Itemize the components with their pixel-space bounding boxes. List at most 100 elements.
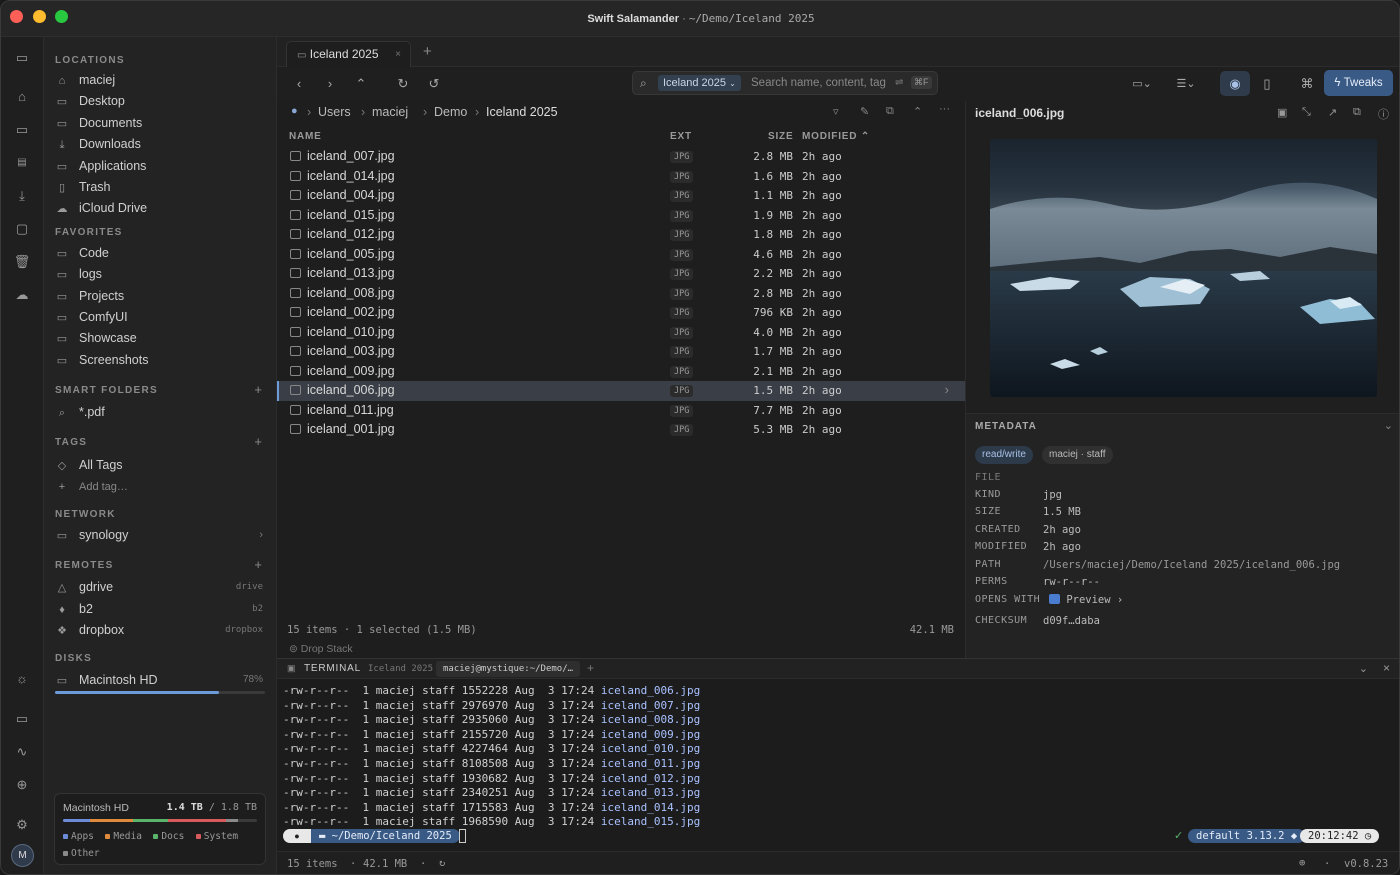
new-tab-icon[interactable]: + — [423, 43, 432, 60]
filter-funnel-icon[interactable]: ▿ — [833, 105, 839, 118]
sidebar-item-pdf[interactable]: ⌕ *.pdf — [55, 402, 267, 422]
forward-icon[interactable]: › — [321, 75, 339, 93]
sidebar-item-projects[interactable]: ▭ Projects — [55, 286, 267, 306]
trash-icon[interactable]: 🗑 — [13, 253, 31, 271]
sidebar-item-logs[interactable]: ▭ logs — [55, 264, 267, 284]
command-icon[interactable]: ⌘ — [1298, 75, 1316, 93]
refresh-icon[interactable]: ↻ — [394, 75, 412, 93]
settings-icon[interactable]: ⚙ — [13, 816, 31, 834]
info-panel-icon[interactable]: ▯ — [1258, 75, 1276, 93]
sidebar-item-b2[interactable]: ♦ b2 b2 — [55, 599, 267, 619]
cloud-icon[interactable]: ☁ — [13, 286, 31, 304]
drop-stack[interactable]: ⊜ Drop Stack — [289, 643, 353, 655]
file-row[interactable]: iceland_012.jpg JPG 1.8 MB 2h ago — [277, 225, 965, 245]
column-header-ext[interactable]: EXT — [670, 131, 692, 142]
file-row[interactable]: iceland_010.jpg JPG 4.0 MB 2h ago — [277, 323, 965, 343]
column-header-name[interactable]: NAME — [289, 131, 322, 142]
home-icon[interactable]: ⌂ — [13, 88, 31, 106]
collapse-icon[interactable]: ⌃ — [913, 105, 922, 118]
file-row[interactable]: iceland_015.jpg JPG 1.9 MB 2h ago — [277, 206, 965, 226]
add-remote-icon[interactable]: + — [254, 557, 262, 572]
edit-icon[interactable]: ✎ — [860, 105, 869, 118]
more-icon[interactable]: ··· — [939, 103, 950, 115]
file-row[interactable]: iceland_014.jpg JPG 1.6 MB 2h ago — [277, 167, 965, 187]
file-row[interactable]: iceland_011.jpg JPG 7.7 MB 2h ago — [277, 401, 965, 421]
globe-icon[interactable]: ⊕ — [13, 776, 31, 794]
file-row[interactable]: iceland_001.jpg JPG 5.3 MB 2h ago — [277, 420, 965, 440]
sidebar-item-home[interactable]: ⌂ maciej — [55, 70, 267, 90]
sidebar-item-dropbox[interactable]: ❖ dropbox dropbox — [55, 620, 267, 640]
sidebar-item-documents[interactable]: ▭ Documents — [55, 113, 267, 133]
breadcrumb-users[interactable]: Users — [318, 105, 351, 119]
add-tag-button[interactable]: + Add tag… — [55, 477, 267, 497]
sidebar-item-synology[interactable]: ▭ synology › — [55, 525, 267, 545]
close-terminal-icon[interactable]: × — [1383, 661, 1390, 675]
copy-icon[interactable]: ⧉ — [1353, 106, 1361, 119]
globe-icon[interactable]: ⊕ — [1299, 857, 1305, 869]
drive-icon[interactable]: ▭ — [13, 710, 31, 728]
avatar[interactable]: M — [11, 844, 34, 867]
search-scope-chip[interactable]: Iceland 2025 ⌄ — [658, 75, 741, 91]
search-input[interactable]: Search name, content, tag — [751, 77, 886, 89]
sidebar-item-icloud[interactable]: ☁ iCloud Drive — [55, 198, 267, 218]
sidebar-item-code[interactable]: ▭ Code — [55, 243, 267, 263]
sidebar-toggle-icon[interactable]: ▭ — [13, 49, 31, 67]
sidebar-item-trash[interactable]: ▯ Trash — [55, 177, 267, 197]
up-icon[interactable]: ⌃ — [352, 75, 370, 93]
filter-icon[interactable]: ⇌ — [895, 77, 903, 88]
shrink-icon[interactable]: ⤡ — [1302, 106, 1311, 119]
copy-icon[interactable]: ⧉ — [886, 105, 894, 118]
desktop-icon[interactable]: ▭ — [13, 121, 31, 139]
file-row[interactable]: iceland_006.jpg JPG 1.5 MB 2h ago › — [277, 381, 965, 401]
image-icon[interactable]: ▣ — [1277, 106, 1287, 119]
file-row[interactable]: iceland_003.jpg JPG 1.7 MB 2h ago — [277, 342, 965, 362]
tweaks-button[interactable]: ϟ Tweaks — [1324, 70, 1393, 96]
search-bar[interactable]: ⌕ Iceland 2025 ⌄ Search name, content, t… — [632, 71, 938, 95]
sidebar-item-showcase[interactable]: ▭ Showcase — [55, 328, 267, 348]
breadcrumb-maciej[interactable]: maciej — [372, 105, 408, 119]
applications-icon[interactable]: ▢ — [13, 220, 31, 238]
view-mode-icon[interactable]: ▭⌄ — [1129, 75, 1155, 93]
new-terminal-icon[interactable]: + — [587, 661, 594, 675]
chevron-down-icon[interactable]: ⌄ — [1384, 419, 1393, 432]
sidebar-item-applications[interactable]: ▭ Applications — [55, 156, 267, 176]
theme-icon[interactable]: ☼ — [13, 670, 31, 688]
sidebar-item-gdrive[interactable]: △ gdrive drive — [55, 577, 267, 597]
file-row[interactable]: iceland_009.jpg JPG 2.1 MB 2h ago — [277, 362, 965, 382]
info-icon[interactable]: ⓘ — [1378, 106, 1389, 122]
open-external-icon[interactable]: ↗ — [1328, 106, 1337, 119]
terminal-tab[interactable]: maciej@mystique:~/Demo/… — [436, 661, 581, 677]
column-header-modified[interactable]: MODIFIED ⌃ — [802, 131, 870, 142]
opens-with-app[interactable]: Preview › — [1049, 594, 1123, 606]
file-row[interactable]: iceland_008.jpg JPG 2.8 MB 2h ago — [277, 284, 965, 304]
sidebar-item-desktop[interactable]: ▭ Desktop — [55, 91, 267, 111]
breadcrumb-iceland[interactable]: Iceland 2025 — [486, 105, 558, 119]
downloads-icon[interactable]: ⤓ — [13, 187, 31, 205]
back-icon[interactable]: ‹ — [290, 75, 308, 93]
activity-icon[interactable]: ∿ — [13, 743, 31, 761]
documents-icon[interactable]: ▤ — [13, 154, 31, 172]
add-tag-plus-icon[interactable]: + — [254, 434, 262, 449]
sidebar-item-macintosh-hd[interactable]: ▭ Macintosh HD 78% — [55, 670, 267, 690]
sidebar-item-all-tags[interactable]: ◇ All Tags — [55, 455, 267, 475]
column-header-size[interactable]: SIZE — [768, 131, 793, 142]
sidebar-item-screenshots[interactable]: ▭ Screenshots — [55, 350, 267, 370]
sort-menu-icon[interactable]: ☰⌄ — [1173, 75, 1199, 93]
meta-value-path[interactable]: /Users/maciej/Demo/Iceland 2025/iceland_… — [1043, 559, 1340, 571]
preview-toggle-icon[interactable]: ◉ — [1220, 71, 1250, 96]
file-row[interactable]: iceland_002.jpg JPG 796 KB 2h ago — [277, 303, 965, 323]
history-icon[interactable]: ↺ — [425, 75, 443, 93]
file-row[interactable]: iceland_005.jpg JPG 4.6 MB 2h ago — [277, 245, 965, 265]
sidebar-item-comfyui[interactable]: ▭ ComfyUI — [55, 307, 267, 327]
tab-iceland-2025[interactable]: ▭ Iceland 2025 × — [286, 41, 411, 67]
sidebar-item-downloads[interactable]: ⤓ Downloads — [55, 134, 267, 154]
terminal-prompt[interactable]: ● ▬ ~/Demo/Iceland 2025 ✓ default 3.13.2… — [283, 829, 1393, 843]
chevron-down-icon[interactable]: ⌄ — [1359, 662, 1368, 675]
breadcrumb-demo[interactable]: Demo — [434, 105, 467, 119]
sync-icon[interactable]: ↻ — [439, 857, 445, 869]
close-tab-icon[interactable]: × — [395, 42, 401, 67]
file-row[interactable]: iceland_004.jpg JPG 1.1 MB 2h ago — [277, 186, 965, 206]
file-row[interactable]: iceland_013.jpg JPG 2.2 MB 2h ago — [277, 264, 965, 284]
file-row[interactable]: iceland_007.jpg JPG 2.8 MB 2h ago — [277, 147, 965, 167]
add-smart-folder-icon[interactable]: + — [254, 382, 262, 397]
